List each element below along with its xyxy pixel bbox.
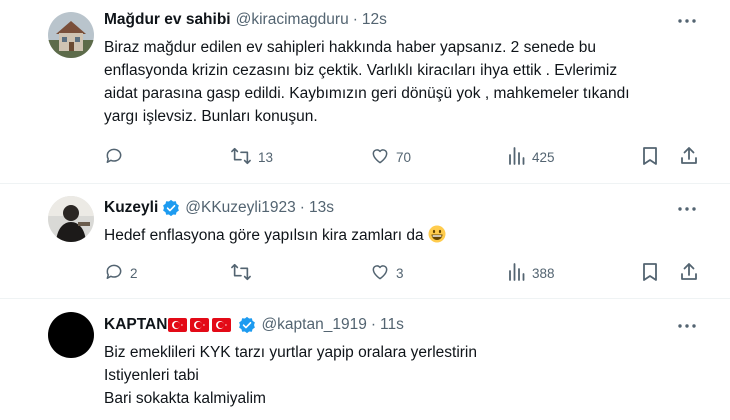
timestamp[interactable]: 12s	[362, 11, 387, 29]
name-flags	[168, 318, 234, 332]
verified-badge-icon	[238, 316, 256, 334]
tweet-header: KAPTAN @kaptan_1919 · 11s	[104, 314, 404, 336]
retweet-icon	[230, 146, 252, 169]
tweet-header: Mağdur ev sahibi @kiracimagduru · 12s	[104, 9, 387, 31]
tweet-text-line: aidat parasına gasp edildi. Kaybımızın g…	[104, 85, 630, 102]
share-button[interactable]	[679, 146, 699, 168]
grinning-face-icon	[428, 225, 446, 243]
timestamp[interactable]: 11s	[380, 316, 404, 334]
avatar[interactable]	[48, 12, 94, 58]
author-name[interactable]: Kuzeyli	[104, 199, 158, 217]
tweet-text-line: yargı işlevsiz. Bunları konuşun.	[104, 108, 318, 125]
tweet-header: Kuzeyli @KKuzeyli1923 · 13s	[104, 197, 334, 219]
retweet-button[interactable]	[230, 262, 258, 284]
tweet-text-line: enflasyonda krizin cezasını biz çektik. …	[104, 62, 618, 79]
turkey-flag-icon	[168, 318, 188, 332]
reply-icon	[104, 262, 124, 285]
tweet-text-line: Biz emeklileri KYK tarzı yurtlar yapip o…	[104, 344, 477, 361]
tweet-text-content: Hedef enflasyona göre yapılsın kira zaml…	[104, 227, 424, 244]
bookmark-button[interactable]	[641, 262, 659, 284]
tweet-text-line: Hedef enflasyona göre yapılsın kira zaml…	[104, 224, 714, 247]
reply-button[interactable]: 2	[104, 262, 138, 284]
tweet-1[interactable]: Mağdur ev sahibi @kiracimagduru · 12s Bi…	[0, 0, 730, 183]
reply-button[interactable]	[104, 146, 130, 168]
bookmark-icon	[641, 146, 659, 169]
avatar[interactable]	[48, 312, 94, 358]
share-button[interactable]	[679, 262, 699, 284]
author-handle[interactable]: @kiracimagduru	[236, 11, 349, 29]
avatar[interactable]	[48, 196, 94, 242]
like-count: 70	[396, 149, 412, 165]
analytics-icon	[508, 146, 526, 169]
more-options-icon[interactable]	[676, 10, 698, 32]
like-button[interactable]: 70	[370, 146, 411, 168]
turkey-flag-icon	[212, 318, 232, 332]
action-bar: 13 70 425	[104, 146, 700, 168]
like-count: 3	[396, 265, 404, 281]
bookmark-button[interactable]	[641, 146, 659, 168]
tweet-text: Biz emeklileri KYK tarzı yurtlar yapip o…	[104, 341, 714, 410]
timestamp[interactable]: 13s	[309, 199, 334, 217]
tweet-text-line: Biraz mağdur edilen ev sahipleri hakkınd…	[104, 39, 597, 56]
more-options-icon[interactable]	[676, 198, 698, 220]
views-button[interactable]: 388	[508, 262, 555, 284]
heart-icon	[370, 146, 390, 169]
view-count: 388	[532, 265, 555, 281]
author-handle[interactable]: @kaptan_1919	[261, 316, 366, 334]
reply-icon	[104, 146, 124, 169]
author-name[interactable]: KAPTAN	[104, 316, 167, 334]
views-button[interactable]: 425	[508, 146, 555, 168]
share-icon	[679, 146, 699, 169]
tweet-text-line: Bari sokakta kalmiyalim	[104, 390, 266, 407]
separator-dot: ·	[370, 316, 376, 333]
retweet-button[interactable]: 13	[230, 146, 273, 168]
bookmark-icon	[641, 262, 659, 285]
tweet-3[interactable]: KAPTAN @kaptan_1919 · 11s Biz emeklileri…	[0, 299, 730, 420]
reply-count: 2	[130, 265, 138, 281]
verified-badge-icon	[162, 199, 180, 217]
author-name[interactable]: Mağdur ev sahibi	[104, 11, 231, 29]
more-options-icon[interactable]	[676, 315, 698, 337]
turkey-flag-icon	[190, 318, 210, 332]
share-icon	[679, 262, 699, 285]
author-handle[interactable]: @KKuzeyli1923	[185, 199, 296, 217]
tweet-text-line: Istiyenleri tabi	[104, 367, 199, 384]
action-bar: 2 3 388	[104, 262, 700, 284]
analytics-icon	[508, 262, 526, 285]
view-count: 425	[532, 149, 555, 165]
tweet-2[interactable]: Kuzeyli @KKuzeyli1923 · 13s Hedef enflas…	[0, 184, 730, 298]
separator-dot: ·	[299, 199, 305, 216]
retweet-count: 13	[258, 149, 274, 165]
heart-icon	[370, 262, 390, 285]
separator-dot: ·	[352, 11, 358, 28]
like-button[interactable]: 3	[370, 262, 404, 284]
tweet-text: Hedef enflasyona göre yapılsın kira zaml…	[104, 224, 714, 247]
retweet-icon	[230, 262, 252, 285]
tweet-text: Biraz mağdur edilen ev sahipleri hakkınd…	[104, 36, 714, 128]
